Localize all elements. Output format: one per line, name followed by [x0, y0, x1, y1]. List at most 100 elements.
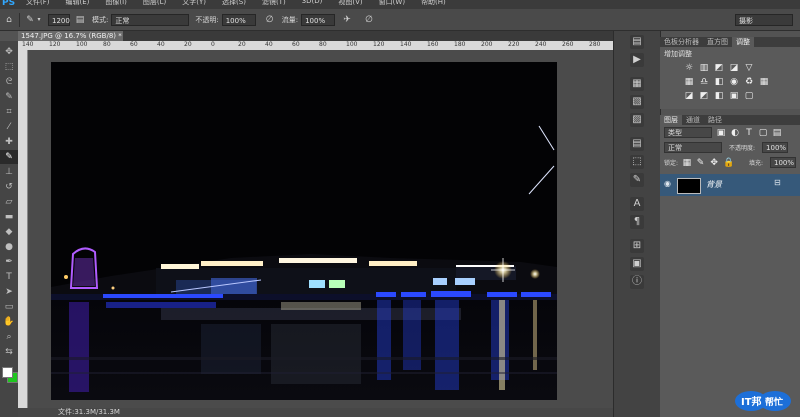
brush-panel-icon[interactable]: ▤ [74, 14, 86, 26]
home-icon[interactable]: ⌂ [3, 14, 15, 26]
history-brush-tool-icon[interactable]: ↺ [0, 180, 18, 194]
filter-adjust-icon[interactable]: ◐ [730, 128, 740, 138]
gradient-map-icon[interactable]: ▢ [744, 91, 754, 101]
healing-tool-icon[interactable]: ✚ [0, 135, 18, 149]
night-harbor-photo[interactable] [51, 62, 557, 400]
type-tool-icon[interactable]: T [0, 270, 18, 284]
panel-tab[interactable]: 色板分析器 [660, 37, 703, 47]
info-circle-icon[interactable]: ⓘ [630, 275, 644, 289]
menu-item[interactable]: 编辑(E) [66, 0, 90, 7]
filter-smart-icon[interactable]: ▤ [772, 128, 782, 138]
lock-all-icon[interactable]: 🔒 [723, 158, 734, 168]
brightness-icon[interactable]: ☼ [684, 63, 694, 73]
fill-field[interactable]: 100% [769, 157, 796, 168]
airbrush-icon[interactable]: ✈ [341, 14, 353, 26]
eyedropper-tool-icon[interactable]: ⁄ [0, 120, 18, 134]
adjust-panel-icon[interactable]: ▦ [630, 77, 644, 91]
menu-item[interactable]: 3D(D) [302, 0, 323, 7]
flow-field[interactable]: 100% [301, 13, 336, 26]
brushes-panel-icon[interactable]: ✎ [630, 173, 644, 187]
menu-item[interactable]: 图层(L) [143, 0, 166, 7]
black-white-icon[interactable]: ◧ [714, 77, 724, 87]
layer-opacity-field[interactable]: 100% [762, 142, 789, 153]
paragraph-panel-icon[interactable]: ¶ [630, 215, 644, 229]
character-panel-icon[interactable]: A [630, 197, 644, 211]
selective-color-icon[interactable]: ▣ [729, 91, 739, 101]
move-tool-icon[interactable]: ✥ [0, 45, 18, 59]
eraser-tool-icon[interactable]: ▱ [0, 195, 18, 209]
chevron-down-icon[interactable]: ▾ [36, 14, 42, 26]
foreground-color-swatch[interactable] [2, 367, 13, 378]
curves-icon[interactable]: ◩ [714, 63, 724, 73]
lock-paint-icon[interactable]: ✎ [696, 158, 706, 168]
gradient-tool-icon[interactable]: ▬ [0, 210, 18, 224]
invert-icon[interactable]: ◪ [684, 91, 694, 101]
vibrance-icon[interactable]: ▽ [744, 63, 754, 73]
panel-tab[interactable]: 路径 [704, 115, 726, 125]
menu-item[interactable]: 窗口(W) [379, 0, 405, 7]
visibility-eye-icon[interactable]: ◉ [664, 179, 671, 188]
workspace-select[interactable]: 摄影 [735, 13, 793, 26]
quick-select-tool-icon[interactable]: ✎ [0, 90, 18, 104]
menu-item[interactable]: 图像(I) [105, 0, 127, 7]
blur-tool-icon[interactable]: ◆ [0, 225, 18, 239]
lock-icon: ⊟ [774, 178, 781, 187]
menu-item[interactable]: 文件(F) [26, 0, 50, 7]
properties-panel-icon[interactable]: ▤ [630, 137, 644, 151]
shape-tool-icon[interactable]: ▭ [0, 300, 18, 314]
brush-tool-icon[interactable]: ✎ [0, 150, 18, 164]
color-balance-icon[interactable]: ♎ [699, 77, 709, 87]
filter-type-icon[interactable]: T [744, 128, 754, 138]
color-lookup-icon[interactable]: ▦ [759, 77, 769, 87]
styles-panel-icon[interactable]: ▨ [630, 113, 644, 127]
panel-tab[interactable]: 图层 [660, 115, 682, 125]
zoom-tool-icon[interactable]: ⌕ [0, 330, 18, 344]
layer-kind-select[interactable]: 类型 [664, 127, 712, 138]
channel-mixer-icon[interactable]: ♻ [744, 77, 754, 87]
panel-tab[interactable]: 直方图 [703, 37, 732, 47]
filter-shape-icon[interactable]: ▢ [758, 128, 768, 138]
vertical-ruler[interactable] [18, 50, 28, 408]
marquee-tool-icon[interactable]: ⬚ [0, 60, 18, 74]
dodge-tool-icon[interactable]: ● [0, 240, 18, 254]
swap-colors-icon[interactable]: ⇆ [0, 345, 18, 359]
layer-row-background[interactable]: ◉ 背景 ⊟ [660, 174, 800, 196]
menu-item[interactable]: 文字(Y) [182, 0, 206, 7]
pen-tool-icon[interactable]: ✒ [0, 255, 18, 269]
clone-source-icon[interactable]: ⬚ [630, 155, 644, 169]
menu-bar: PS 文件(F) 编辑(E) 图像(I) 图层(L) 文字(Y) 选择(S) 滤镜(T) 3D… [0, 0, 800, 9]
exposure-icon[interactable]: ◪ [729, 63, 739, 73]
panel-tab[interactable]: 调整 [732, 37, 754, 47]
adjust-panel-icon-2[interactable]: ▧ [630, 95, 644, 109]
menu-item[interactable]: 帮助(H) [421, 0, 446, 7]
info-panel-icon[interactable]: ⊞ [630, 239, 644, 253]
levels-icon[interactable]: ▥ [699, 63, 709, 73]
document-tab[interactable]: 1547.JPG @ 16.7% (RGB/8) * [18, 31, 123, 41]
lock-transparent-icon[interactable]: ▦ [682, 158, 692, 168]
brush-size-field[interactable]: 1200 [48, 13, 70, 26]
pressure-size-icon[interactable]: ∅ [363, 14, 375, 26]
lock-move-icon[interactable]: ✥ [709, 158, 719, 168]
path-select-tool-icon[interactable]: ➤ [0, 285, 18, 299]
posterize-icon[interactable]: ◩ [699, 91, 709, 101]
mode-select[interactable]: 正常 [111, 13, 190, 26]
panel-tab[interactable]: 通道 [682, 115, 704, 125]
crop-tool-icon[interactable]: ⌗ [0, 105, 18, 119]
history-panel-icon[interactable]: ▤ [630, 35, 644, 49]
hue-saturation-icon[interactable]: ▦ [684, 77, 694, 87]
filter-pixel-icon[interactable]: ▣ [716, 128, 726, 138]
navigator-panel-icon[interactable]: ▣ [630, 257, 644, 271]
lasso-tool-icon[interactable]: ᘓ [0, 75, 18, 89]
actions-panel-icon[interactable]: ▶ [630, 53, 644, 67]
menu-item[interactable]: 选择(S) [222, 0, 246, 7]
menu-item[interactable]: 滤镜(T) [262, 0, 286, 7]
menu-item[interactable]: 视图(V) [338, 0, 362, 7]
opacity-field[interactable]: 100% [221, 13, 256, 26]
threshold-icon[interactable]: ◧ [714, 91, 724, 101]
hand-tool-icon[interactable]: ✋ [0, 315, 18, 329]
pressure-opacity-icon[interactable]: ∅ [264, 14, 276, 26]
photo-filter-icon[interactable]: ◉ [729, 77, 739, 87]
brush-icon[interactable]: ✎ [24, 14, 36, 26]
blend-mode-select[interactable]: 正常 [664, 142, 722, 153]
clone-stamp-tool-icon[interactable]: ⊥ [0, 165, 18, 179]
